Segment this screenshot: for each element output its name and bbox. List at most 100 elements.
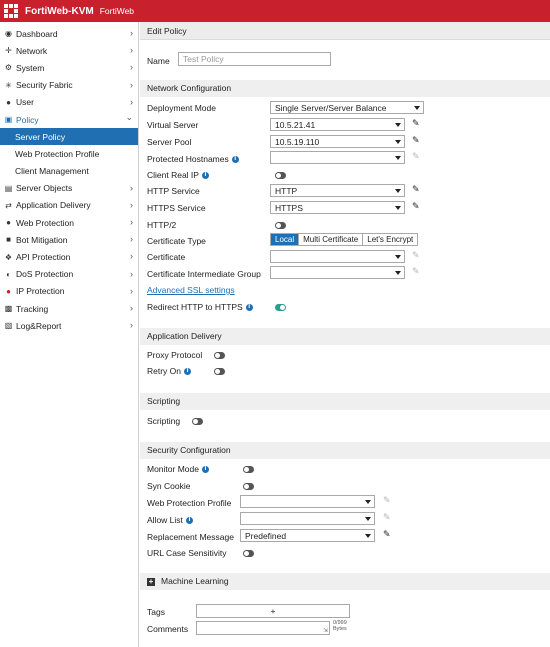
certificate-select[interactable] xyxy=(270,250,405,263)
policy-icon: ▣ xyxy=(4,115,13,125)
server-pool-select[interactable]: 10.5.19.110 xyxy=(270,135,405,148)
comments-textarea[interactable]: ⇲ xyxy=(196,621,330,635)
top-bar: FortiWeb-KVM FortiWeb xyxy=(0,0,550,22)
deployment-mode-select[interactable]: Single Server/Server Balance xyxy=(270,101,424,114)
sidebar-item-log-report[interactable]: ▧ Log&Report › xyxy=(0,317,138,334)
dos-icon: ◐ xyxy=(6,269,11,279)
app-subtitle: FortiWeb xyxy=(99,6,135,16)
sidebar-subitem-server-policy[interactable]: Server Policy xyxy=(0,128,138,146)
dashboard-icon: ◉ xyxy=(5,29,12,39)
chevron-right-icon: › xyxy=(130,45,133,56)
sidebar-item-bot-mitigation[interactable]: ■ Bot Mitigation › xyxy=(0,231,138,248)
sidebar-item-network[interactable]: ✛ Network › xyxy=(0,42,138,59)
advanced-ssl-link[interactable]: Advanced SSL settings xyxy=(147,285,235,295)
sidebar-item-dos-protection[interactable]: ◐ DoS Protection › xyxy=(0,266,138,283)
client-real-ip-toggle[interactable] xyxy=(275,172,286,179)
sidebar-item-web-protection[interactable]: ● Web Protection › xyxy=(0,214,138,231)
fortinet-logo-icon xyxy=(0,0,22,22)
chevron-right-icon: › xyxy=(130,199,133,210)
cert-intermediate-select[interactable] xyxy=(270,266,405,279)
sidebar-item-tracking[interactable]: ▩ Tracking › xyxy=(0,300,138,317)
sidebar-item-security-fabric[interactable]: ✳ Security Fabric › xyxy=(0,77,138,94)
edit-virtual-server-pencil-icon[interactable]: ✎ xyxy=(412,119,420,129)
resize-handle-icon[interactable]: ⇲ xyxy=(323,627,328,634)
network-icon: ✛ xyxy=(5,46,12,56)
http-service-select[interactable]: HTTP xyxy=(270,184,405,197)
chevron-right-icon: › xyxy=(130,251,133,262)
sidebar-item-system[interactable]: ⚙ System › xyxy=(0,59,138,76)
protected-hostnames-select[interactable] xyxy=(270,151,405,164)
edit-http-service-pencil-icon[interactable]: ✎ xyxy=(412,185,420,195)
tags-add-button[interactable]: + xyxy=(196,604,350,618)
certificate-label: Certificate xyxy=(147,252,186,262)
chevron-right-icon: › xyxy=(130,182,133,193)
edit-hostnames-pencil-icon: ✎ xyxy=(412,152,420,162)
http2-toggle[interactable] xyxy=(275,222,286,229)
client-real-ip-label: Client Real IP i xyxy=(147,168,209,182)
caret-down-icon xyxy=(395,140,401,144)
bot-icon: ■ xyxy=(6,235,11,245)
sidebar-item-ip-protection[interactable]: ● IP Protection › xyxy=(0,283,138,300)
url-case-toggle[interactable] xyxy=(243,550,254,557)
ip-icon: ● xyxy=(6,286,11,296)
monitor-mode-toggle[interactable] xyxy=(243,466,254,473)
sidebar-item-policy[interactable]: ▣ Policy ⌄ xyxy=(0,111,138,128)
info-icon: i xyxy=(201,171,209,179)
allow-list-select[interactable] xyxy=(240,512,375,525)
info-icon: i xyxy=(184,367,192,375)
sidebar-subitem-web-protection-profile[interactable]: Web Protection Profile xyxy=(0,145,138,162)
name-input[interactable]: Test Policy xyxy=(178,52,331,66)
virtual-server-select[interactable]: 10.5.21.41 xyxy=(270,118,405,131)
lock-icon: ● xyxy=(6,218,11,228)
sidebar-item-api-protection[interactable]: ❖ API Protection › xyxy=(0,248,138,265)
main-content: Edit Policy Name Test Policy Network Con… xyxy=(140,22,550,647)
proxy-protocol-label: Proxy Protocol xyxy=(147,350,203,360)
chevron-right-icon: › xyxy=(130,28,133,38)
syn-cookie-toggle[interactable] xyxy=(243,483,254,490)
chevron-right-icon: › xyxy=(130,303,133,313)
cert-intermediate-label: Certificate Intermediate Group xyxy=(147,269,261,279)
wpp-select[interactable] xyxy=(240,495,375,508)
gear-icon: ⚙ xyxy=(4,63,13,73)
replacement-message-select[interactable]: Predefined xyxy=(240,529,375,542)
edit-allow-list-pencil-icon: ✎ xyxy=(383,513,391,523)
chevron-right-icon: › xyxy=(130,79,133,90)
protected-hostnames-label: Protected Hostnames i xyxy=(147,152,239,166)
fabric-icon: ✳ xyxy=(5,80,12,90)
chevron-down-icon: ⌄ xyxy=(125,111,133,122)
chevron-right-icon: › xyxy=(130,62,133,73)
sidebar-item-user[interactable]: ● User › xyxy=(0,94,138,111)
retry-on-toggle[interactable] xyxy=(214,368,225,375)
https-service-label: HTTPS Service xyxy=(147,203,206,213)
edit-replacement-pencil-icon[interactable]: ✎ xyxy=(383,530,391,540)
page-title: Edit Policy xyxy=(140,22,550,40)
expand-plus-icon: + xyxy=(147,576,155,586)
edit-server-pool-pencil-icon[interactable]: ✎ xyxy=(412,136,420,146)
sidebar-item-application-delivery[interactable]: ⇄ Application Delivery › xyxy=(0,197,138,214)
http2-label: HTTP/2 xyxy=(147,220,177,230)
https-service-select[interactable]: HTTPS xyxy=(270,201,405,214)
caret-down-icon xyxy=(414,106,420,110)
allow-list-label: Allow List i xyxy=(147,513,193,527)
sidebar-item-dashboard[interactable]: ◉ Dashboard › xyxy=(0,25,138,42)
proxy-protocol-toggle[interactable] xyxy=(214,352,225,359)
machine-learning-heading[interactable]: + Machine Learning xyxy=(140,573,550,590)
cert-type-letsencrypt-button[interactable]: Let's Encrypt xyxy=(363,234,418,245)
edit-certificate-pencil-icon: ✎ xyxy=(412,251,420,261)
edit-https-service-pencil-icon[interactable]: ✎ xyxy=(412,202,420,212)
cert-type-multi-button[interactable]: Multi Certificate xyxy=(299,234,364,245)
delivery-icon: ⇄ xyxy=(5,200,12,210)
edit-cert-intermediate-pencil-icon: ✎ xyxy=(412,267,420,277)
replacement-message-label: Replacement Message xyxy=(147,532,234,542)
security-config-heading: Security Configuration xyxy=(140,442,550,459)
redirect-https-toggle[interactable] xyxy=(275,304,286,311)
api-icon: ❖ xyxy=(4,252,13,262)
cert-type-local-button[interactable]: Local xyxy=(271,234,300,245)
sidebar-item-server-objects[interactable]: ▤ Server Objects › xyxy=(0,180,138,197)
app-delivery-heading: Application Delivery xyxy=(140,328,550,345)
scripting-toggle[interactable] xyxy=(192,418,203,425)
sidebar-subitem-client-management[interactable]: Client Management xyxy=(0,163,138,180)
tags-label: Tags xyxy=(147,607,165,617)
certificate-type-label: Certificate Type xyxy=(147,236,206,246)
caret-down-icon xyxy=(365,517,371,521)
